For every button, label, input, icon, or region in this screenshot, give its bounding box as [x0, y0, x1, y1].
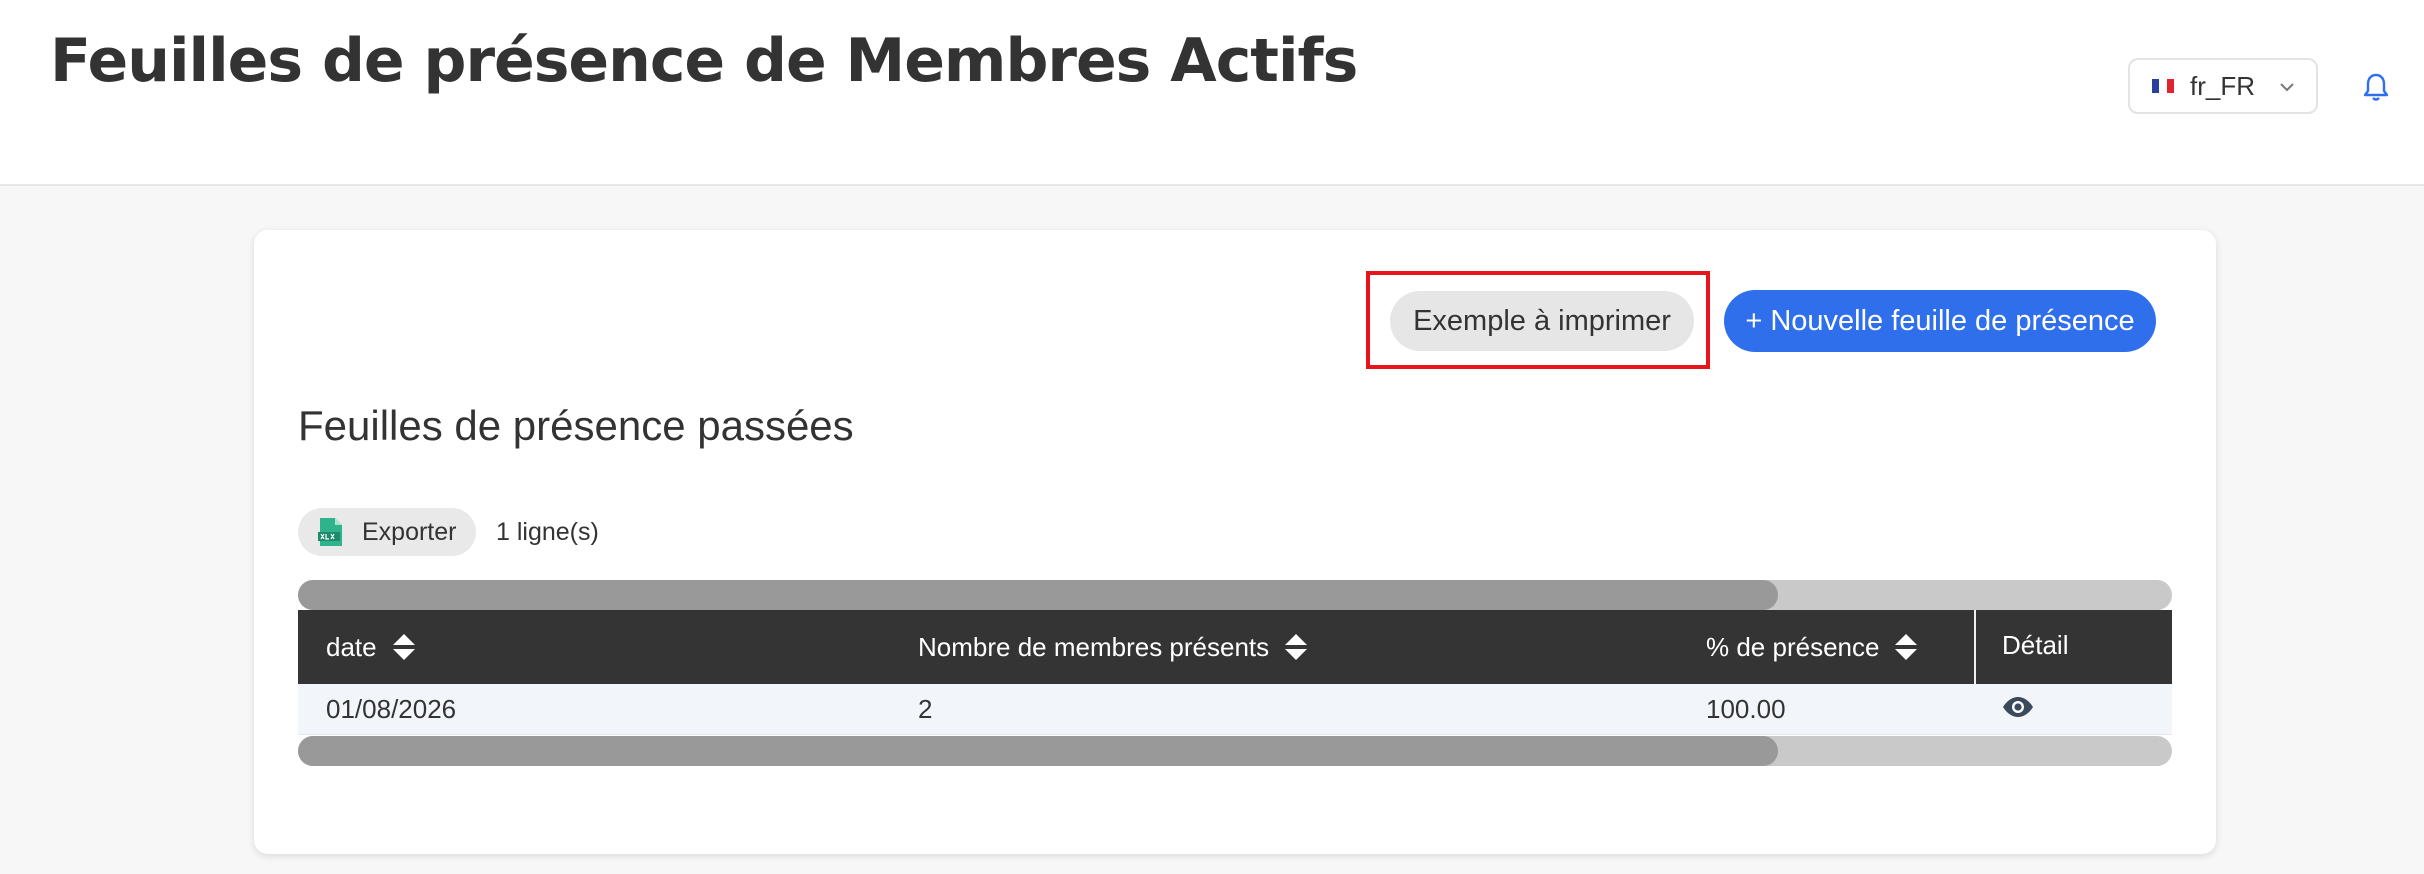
eye-icon[interactable] — [2002, 696, 2034, 718]
column-header-detail: Détail — [1974, 610, 2172, 684]
chevron-down-icon — [2280, 83, 2294, 92]
column-header-members-present[interactable]: Nombre de membres présents — [918, 610, 1309, 684]
export-label: Exporter — [362, 517, 457, 546]
bell-icon[interactable] — [2362, 72, 2390, 102]
new-attendance-sheet-button[interactable]: + Nouvelle feuille de présence — [1724, 290, 2156, 352]
language-select[interactable]: fr_FR — [2128, 58, 2318, 114]
column-header-label: Nombre de membres présents — [918, 631, 1270, 662]
sort-icon — [1285, 634, 1308, 660]
cell-presence-percent: 100.00 — [1706, 693, 1786, 724]
section-title: Feuilles de présence passées — [298, 402, 854, 449]
sort-icon — [392, 634, 415, 660]
column-header-presence-percent[interactable]: % de présence — [1706, 610, 1919, 684]
sort-icon — [1895, 634, 1918, 660]
column-header-label: date — [326, 631, 377, 662]
horizontal-scrollbar-bottom[interactable] — [298, 736, 2172, 766]
france-flag-icon — [2152, 79, 2174, 93]
scrollbar-thumb[interactable] — [298, 736, 1779, 766]
cell-members-present: 2 — [918, 693, 933, 724]
table-row[interactable]: 01/08/2026 2 100.00 — [298, 684, 2172, 735]
export-button[interactable]: Exporter — [298, 508, 476, 556]
horizontal-scrollbar-top[interactable] — [298, 580, 2172, 610]
scrollbar-thumb[interactable] — [298, 580, 1779, 610]
row-count: 1 ligne(s) — [496, 518, 599, 546]
table-header: date Nombre de membres présents % de pré… — [298, 610, 2172, 684]
print-example-button[interactable]: Exemple à imprimer — [1390, 291, 1694, 351]
column-header-label: % de présence — [1706, 631, 1880, 662]
cell-date: 01/08/2026 — [326, 693, 457, 724]
column-header-date[interactable]: date — [326, 610, 417, 684]
xlsx-file-icon — [318, 518, 342, 546]
page-title: Feuilles de présence de Membres Actifs — [50, 26, 1358, 96]
top-header: Feuilles de présence de Membres Actifs f… — [0, 0, 2424, 186]
language-value: fr_FR — [2190, 70, 2255, 101]
